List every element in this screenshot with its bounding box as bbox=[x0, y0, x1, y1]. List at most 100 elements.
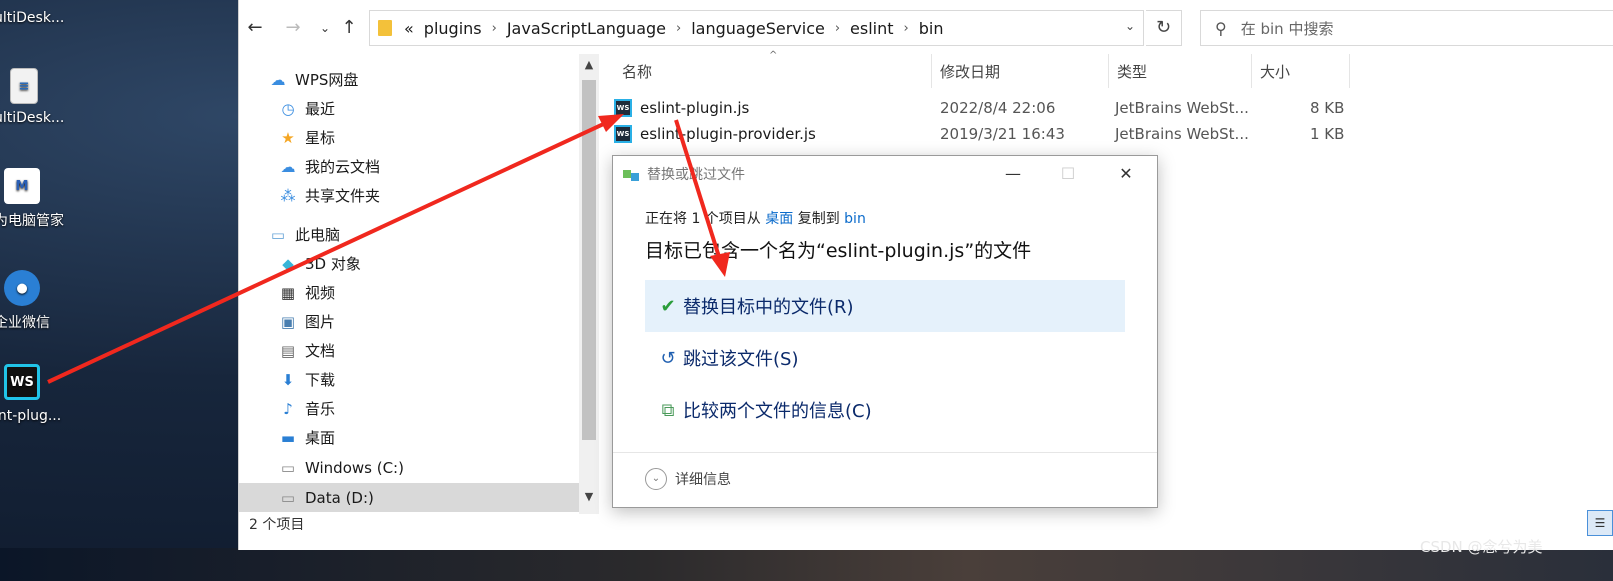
webstorm-icon: WS bbox=[4, 364, 40, 400]
desktop-icon-huawei[interactable]: M 为电脑管家 bbox=[0, 168, 80, 229]
column-header-label: 大小 bbox=[1260, 62, 1291, 81]
copy-files-icon bbox=[623, 167, 641, 181]
file-type: JetBrains WebSt... bbox=[1115, 125, 1249, 143]
forward-arrow-icon[interactable]: → bbox=[281, 16, 305, 40]
nav-item-downloads[interactable]: ⬇ 下载 bbox=[279, 365, 599, 394]
maximize-icon[interactable]: ☐ bbox=[1053, 162, 1083, 186]
watermark: CSDN @念兮为美 bbox=[1420, 538, 1543, 556]
picture-icon: ▣ bbox=[280, 312, 296, 331]
nav-item-drive-d[interactable]: ▭ Data (D:) bbox=[239, 483, 599, 512]
nav-item-starred[interactable]: ★ 星标 bbox=[279, 123, 599, 152]
nav-item-label: 最近 bbox=[305, 100, 336, 118]
up-arrow-icon[interactable]: ↑ bbox=[337, 16, 361, 40]
close-icon[interactable]: ✕ bbox=[1111, 162, 1141, 186]
dialog-divider bbox=[613, 452, 1157, 453]
compare-files-button[interactable]: ⧉ 比较两个文件的信息(C) bbox=[645, 384, 1125, 436]
details-view-icon[interactable]: ☰ bbox=[1587, 510, 1613, 536]
chevron-right-icon[interactable]: › bbox=[904, 21, 909, 36]
breadcrumb[interactable]: « plugins › JavaScriptLanguage › languag… bbox=[369, 10, 1144, 46]
desktop-icon-wecom[interactable]: ● 企业微信 bbox=[0, 270, 80, 331]
replace-or-skip-dialog: 替换或跳过文件 — ☐ ✕ 正在将 1 个项目从 桌面 复制到 bin 目标已包… bbox=[612, 155, 1158, 508]
destination-link[interactable]: bin bbox=[844, 211, 866, 227]
file-size: 8 KB bbox=[1310, 99, 1345, 117]
folder-icon bbox=[378, 20, 392, 36]
nav-item-desktop[interactable]: ▬ 桌面 bbox=[279, 423, 599, 452]
nav-item-label: Data (D:) bbox=[305, 488, 374, 507]
chevron-up-icon[interactable]: ▲ bbox=[579, 58, 599, 71]
chevron-right-icon[interactable]: › bbox=[676, 21, 681, 36]
nav-item-label: 我的云文档 bbox=[305, 158, 381, 176]
computer-icon: ▭ bbox=[270, 225, 286, 244]
column-header-label: 名称 bbox=[622, 62, 653, 81]
column-header-date[interactable]: 修改日期 bbox=[932, 54, 1109, 88]
nav-item-label: 音乐 bbox=[305, 400, 336, 418]
nav-item-wps-drive[interactable]: ☁ WPS网盘 bbox=[269, 65, 589, 94]
copy-text-middle: 复制到 bbox=[793, 211, 845, 227]
nav-item-drive-c[interactable]: ▭ Windows (C:) bbox=[279, 453, 599, 482]
breadcrumb-languageservice[interactable]: languageService bbox=[691, 19, 825, 38]
nav-item-my-cloud-docs[interactable]: ☁ 我的云文档 bbox=[279, 152, 599, 181]
dialog-title-bar: 替换或跳过文件 bbox=[623, 164, 745, 184]
nav-item-documents[interactable]: ▤ 文档 bbox=[279, 336, 599, 365]
breadcrumb-eslint[interactable]: eslint bbox=[850, 19, 893, 38]
chevron-right-icon[interactable]: › bbox=[492, 21, 497, 36]
desktop-icon-label: ultiDesk... bbox=[0, 110, 65, 126]
file-date: 2022/8/4 22:06 bbox=[940, 99, 1056, 117]
drive-icon: ▭ bbox=[280, 488, 296, 507]
chevron-down-icon[interactable]: ⌄ bbox=[1125, 19, 1135, 33]
navigation-pane: ☁ WPS网盘 ◷ 最近 ★ 星标 ☁ 我的云文档 ⁂ 共享文件夹 ▭ 此电脑 … bbox=[239, 54, 604, 520]
nav-scrollbar[interactable]: ▲ ▼ bbox=[579, 54, 599, 514]
chevron-down-icon[interactable]: ▼ bbox=[579, 490, 599, 503]
share-folder-icon: ⁂ bbox=[280, 186, 296, 205]
nav-item-this-pc[interactable]: ▭ 此电脑 bbox=[269, 220, 589, 249]
desktop-icon-label: int-plug... bbox=[0, 408, 62, 424]
replace-file-button[interactable]: ✔ 替换目标中的文件(R) bbox=[645, 280, 1125, 332]
minimize-icon[interactable]: — bbox=[998, 162, 1028, 186]
desktop-icon-label: ultiDesk... bbox=[0, 10, 65, 26]
source-link[interactable]: 桌面 bbox=[765, 211, 793, 227]
nav-item-shared-folder[interactable]: ⁂ 共享文件夹 bbox=[279, 181, 599, 210]
refresh-icon[interactable]: ↻ bbox=[1146, 10, 1182, 46]
desktop-icon-multidesk-2[interactable]: ≡ ultiDesk... bbox=[0, 68, 80, 126]
item-count: 2 个项目 bbox=[249, 517, 305, 533]
breadcrumb-overflow[interactable]: « bbox=[404, 19, 414, 38]
skip-file-button[interactable]: ↺ 跳过该文件(S) bbox=[645, 332, 1125, 384]
nav-item-3d-objects[interactable]: ◆ 3D 对象 bbox=[279, 249, 599, 278]
drive-icon: ▭ bbox=[280, 458, 296, 477]
sort-ascending-icon: ^ bbox=[769, 50, 778, 61]
file-type: JetBrains WebSt... bbox=[1115, 99, 1249, 117]
desktop-icon-label: 企业微信 bbox=[0, 315, 50, 331]
nav-item-music[interactable]: ♪ 音乐 bbox=[279, 394, 599, 423]
huawei-icon: M bbox=[4, 168, 40, 204]
music-icon: ♪ bbox=[283, 399, 293, 418]
recent-locations-chevron-icon[interactable]: ⌄ bbox=[313, 16, 337, 40]
nav-item-label: 图片 bbox=[305, 313, 336, 331]
nav-item-pictures[interactable]: ▣ 图片 bbox=[279, 307, 599, 336]
desktop-icon-webstorm-file[interactable]: WS int-plug... bbox=[0, 364, 80, 424]
scrollbar-thumb[interactable] bbox=[582, 80, 596, 440]
file-name: eslint-plugin-provider.js bbox=[640, 125, 816, 143]
column-header-size[interactable]: 大小 bbox=[1252, 54, 1350, 88]
dialog-title: 替换或跳过文件 bbox=[647, 167, 745, 183]
nav-item-label: 共享文件夹 bbox=[305, 187, 381, 205]
search-placeholder: 在 bin 中搜索 bbox=[1240, 19, 1334, 38]
document-icon: ▤ bbox=[280, 341, 296, 360]
chevron-down-icon: ⌄ bbox=[645, 468, 667, 490]
copy-text-prefix: 正在将 1 个项目从 bbox=[645, 211, 766, 227]
file-row[interactable]: WS eslint-plugin.js 2022/8/4 22:06 JetBr… bbox=[614, 95, 1374, 121]
star-icon: ★ bbox=[281, 128, 295, 147]
nav-item-recent[interactable]: ◷ 最近 bbox=[279, 94, 599, 123]
file-row[interactable]: WS eslint-plugin-provider.js 2019/3/21 1… bbox=[614, 121, 1374, 147]
check-icon: ✔ bbox=[660, 295, 676, 317]
search-input[interactable]: ⚲ 在 bin 中搜索 bbox=[1200, 10, 1613, 46]
column-header-type[interactable]: 类型 bbox=[1109, 54, 1252, 88]
nav-item-videos[interactable]: ▦ 视频 bbox=[279, 278, 599, 307]
nav-item-label: 下载 bbox=[305, 371, 336, 389]
compare-icon: ⧉ bbox=[661, 399, 675, 421]
breadcrumb-javascriptlanguage[interactable]: JavaScriptLanguage bbox=[507, 19, 666, 38]
chevron-right-icon[interactable]: › bbox=[835, 21, 840, 36]
more-details-toggle[interactable]: ⌄ 详细信息 bbox=[645, 468, 731, 490]
breadcrumb-plugins[interactable]: plugins bbox=[424, 19, 482, 38]
breadcrumb-bin[interactable]: bin bbox=[919, 19, 944, 38]
back-arrow-icon[interactable]: ← bbox=[243, 16, 267, 40]
